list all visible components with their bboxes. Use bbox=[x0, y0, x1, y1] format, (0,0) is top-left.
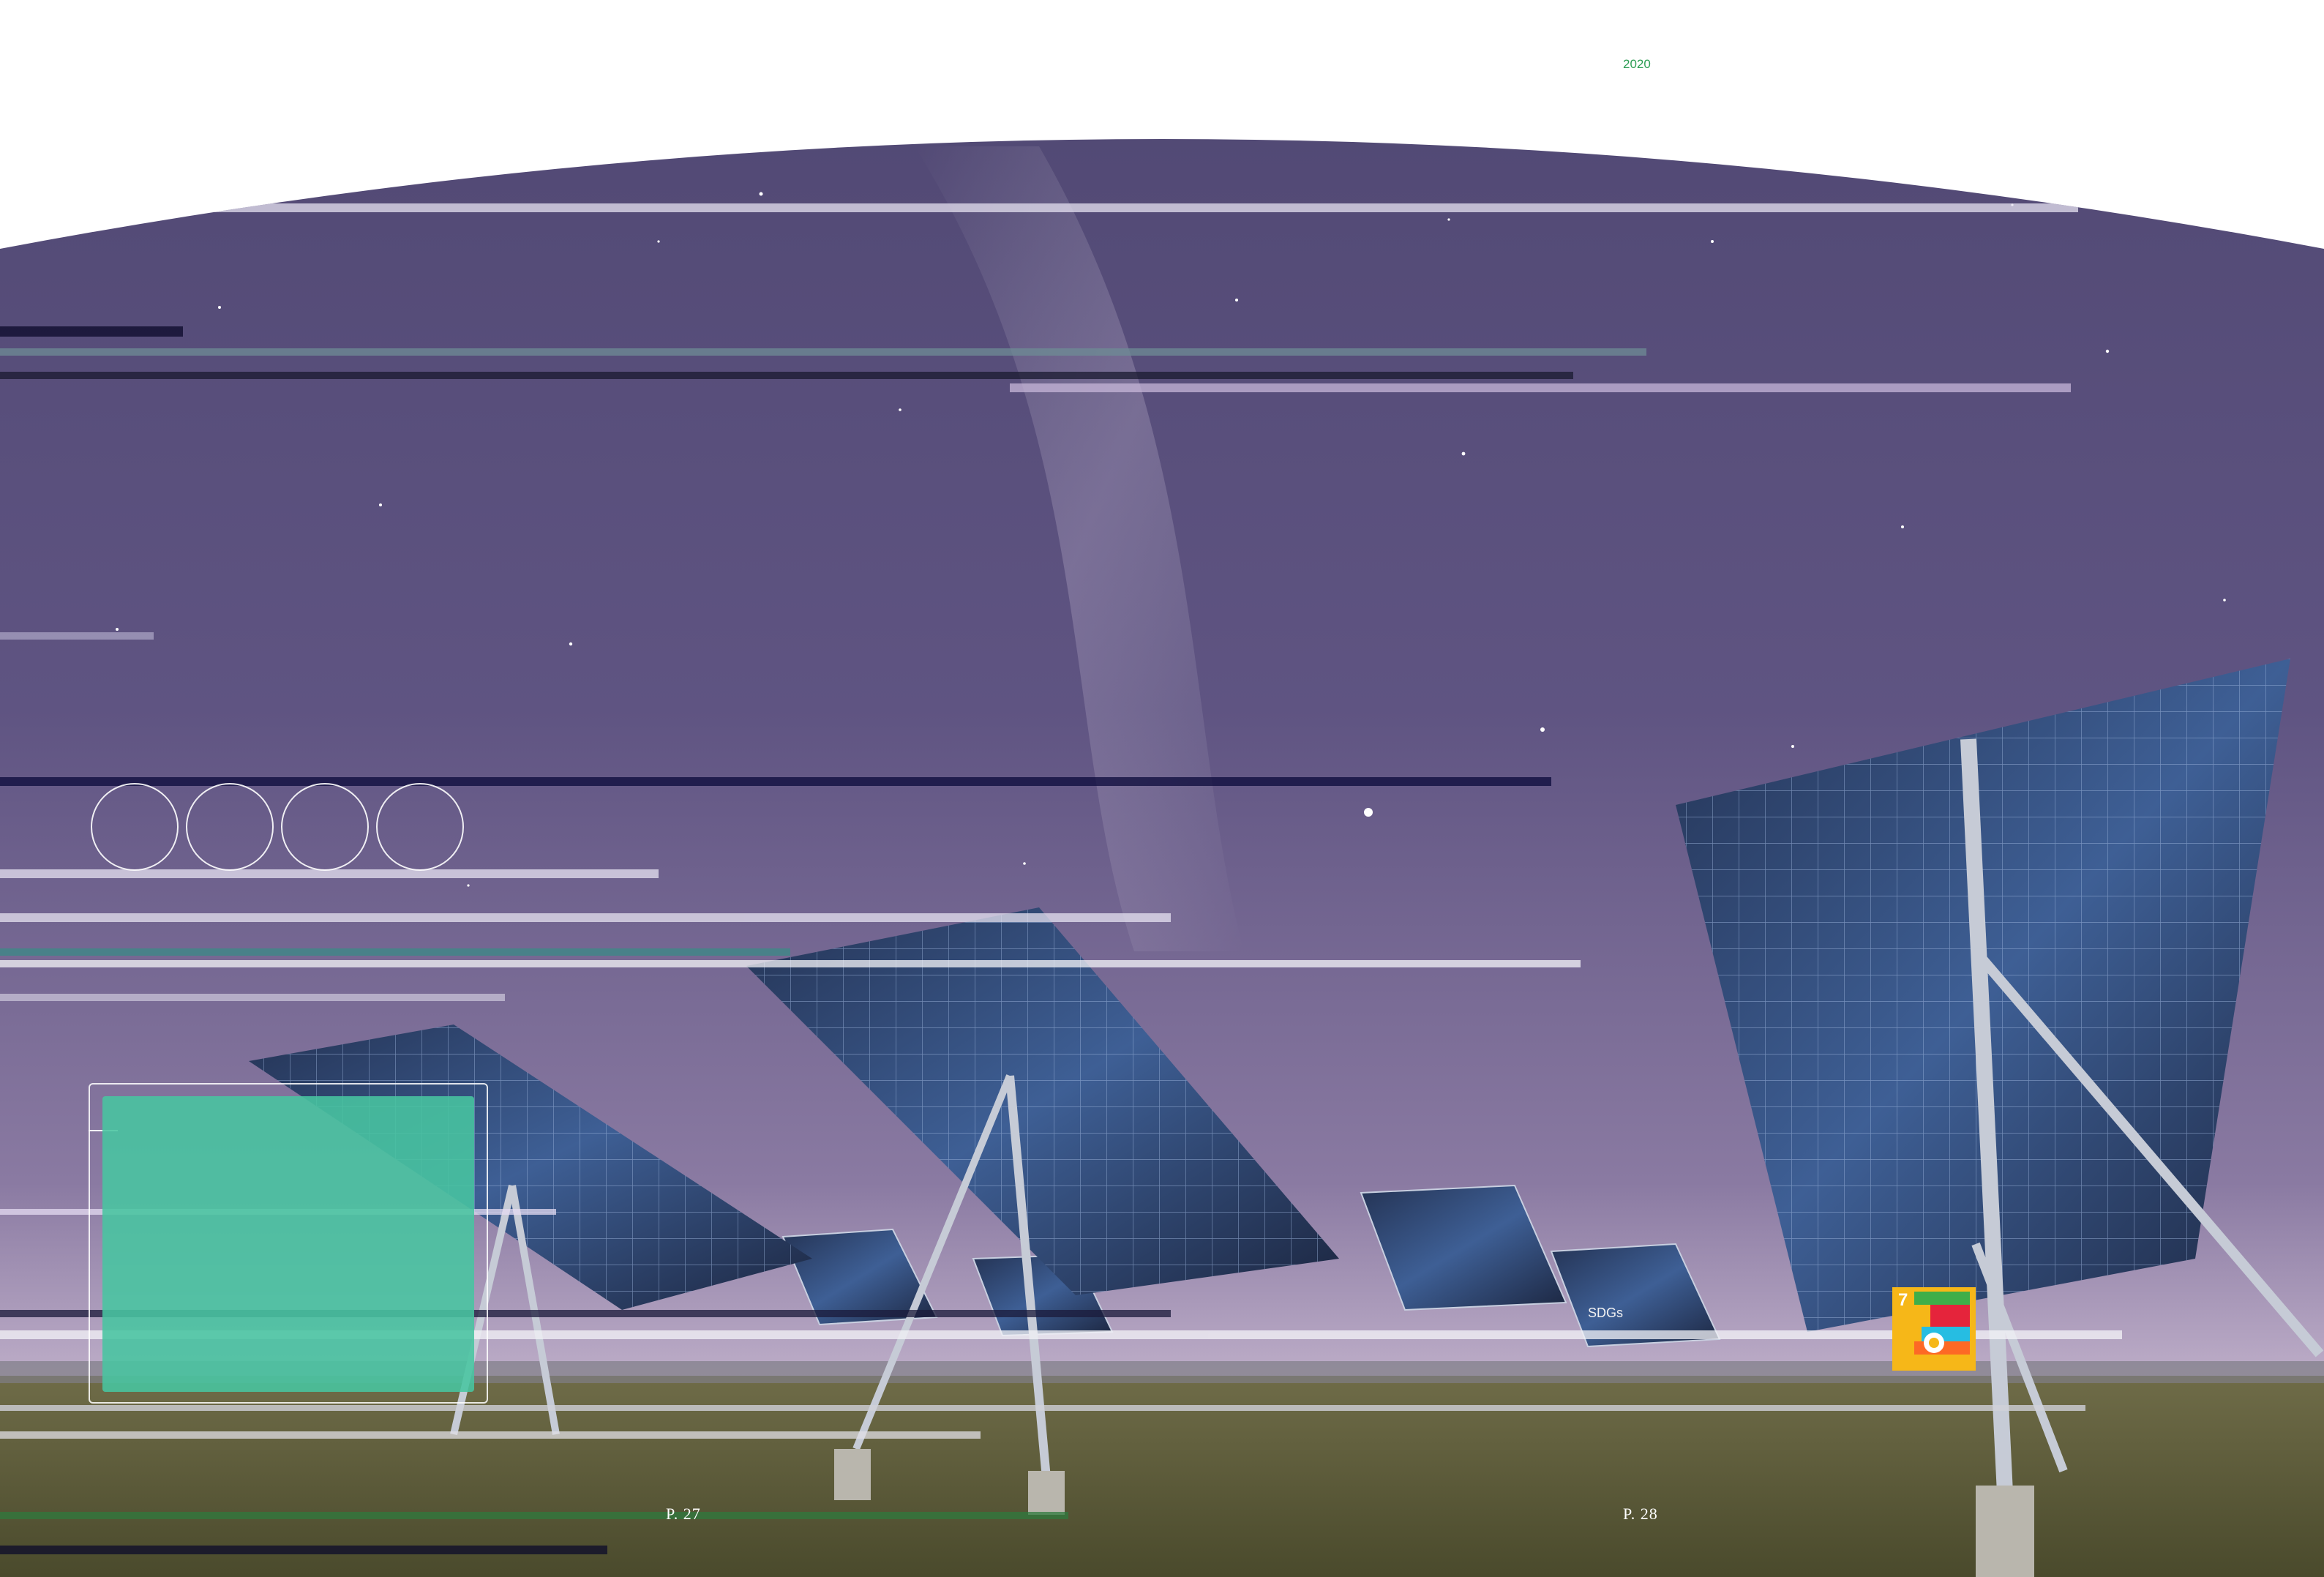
sdg-goal-7-icon: 7 bbox=[1892, 1287, 1976, 1371]
highlight-card bbox=[102, 1096, 474, 1392]
page-number-left: P. 27 bbox=[666, 1505, 701, 1523]
sun-power-icon bbox=[1914, 1292, 1970, 1355]
report-spread: 2020 SDGs 7 P. 27 P. 28 bbox=[0, 0, 2324, 1577]
circle-icon bbox=[281, 783, 369, 871]
circle-icon bbox=[91, 783, 179, 871]
sdgs-label: SDGs bbox=[1588, 1306, 1624, 1320]
page-number-right: P. 28 bbox=[1623, 1505, 1658, 1523]
circle-icon bbox=[186, 783, 274, 871]
report-year: 2020 bbox=[1623, 57, 1651, 71]
circle-icon bbox=[376, 783, 464, 871]
